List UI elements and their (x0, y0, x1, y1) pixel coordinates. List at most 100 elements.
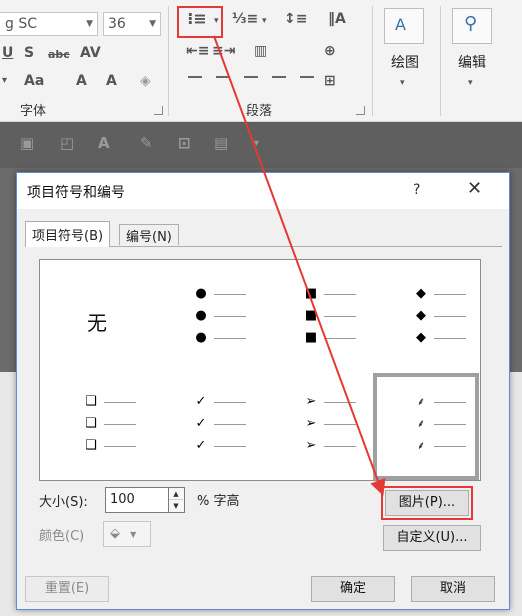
customize-button[interactable]: 自定义(U)... (383, 525, 481, 551)
chevron-down-icon: ▼ (130, 530, 137, 539)
shapes-icon: A (395, 15, 406, 34)
checkmark-icon: ✓ (195, 438, 207, 453)
paragraph-group-label: 段落 (246, 104, 273, 119)
tab-bullets[interactable]: 项目符号(B) (25, 221, 111, 247)
chevron-down-icon[interactable]: ▾ (254, 138, 259, 149)
grow-font-icon[interactable]: A (76, 72, 87, 90)
font-size-combobox[interactable]: 36 ▼ (103, 12, 161, 36)
chevron-down-icon[interactable]: ▾ (400, 74, 405, 92)
reset-button[interactable]: 重置(E) (25, 576, 109, 602)
selected-bullet-frame (373, 373, 479, 480)
justify-icon[interactable] (272, 76, 286, 78)
paragraph-dialog-launcher-icon[interactable] (356, 106, 365, 115)
picture-button-highlight (381, 486, 473, 520)
close-button[interactable]: ✕ (467, 178, 482, 199)
chevron-down-icon[interactable]: ▾ (2, 72, 7, 90)
ok-button[interactable]: 确定 (311, 576, 395, 602)
font-name-combobox[interactable]: g SC ▼ (0, 12, 98, 36)
align-text-icon[interactable]: ⊕ (324, 42, 336, 60)
change-case-icon[interactable]: Aa (24, 72, 44, 90)
search-icon: ⚲ (464, 13, 478, 34)
underline-icon[interactable]: U (2, 44, 13, 62)
spin-down-icon[interactable]: ▼ (169, 500, 183, 512)
align-right-icon[interactable] (244, 76, 258, 78)
numbering-icon[interactable]: ⅓≡ (232, 10, 258, 28)
arrange-icon[interactable]: ⊡ (178, 134, 191, 152)
filled-square-icon: ■ (304, 286, 318, 301)
font-color-icon[interactable]: A (98, 134, 110, 152)
chevron-down-icon[interactable]: ▼ (149, 13, 156, 35)
separator (372, 6, 373, 116)
bullets-numbering-dialog: 项目符号和编号 ? ✕ 项目符号(B) 编号(N) 无 ● ● ● ■ ■ ■ … (16, 172, 510, 610)
chevron-down-icon[interactable]: ▼ (86, 13, 93, 35)
color-label: 颜色(C) (39, 529, 85, 544)
bullet-option-hollow-square[interactable]: ❑ ❑ ❑ (42, 372, 150, 480)
color-picker[interactable]: ⬙ ▼ (103, 521, 151, 547)
shadow-text-icon[interactable]: S (24, 44, 34, 62)
editing-button[interactable]: ⚲ (452, 8, 492, 44)
hollow-square-icon: ❑ (85, 438, 97, 453)
font-size-value: 36 (108, 16, 126, 32)
separator (440, 6, 441, 116)
bullet-option-arrowhead[interactable]: ➢ ➢ ➢ (262, 372, 370, 480)
chevron-down-icon[interactable]: ▾ (214, 12, 219, 30)
line-spacing-icon[interactable]: ↕≡ (284, 10, 307, 28)
diamond-icon: ◆ (416, 308, 426, 323)
size-input[interactable]: 100 (105, 487, 169, 513)
character-spacing-icon[interactable]: AV (80, 44, 101, 62)
select-icon[interactable]: ▤ (214, 134, 228, 152)
columns-icon[interactable]: ▥ (254, 42, 267, 60)
shape-fill-icon[interactable]: ▣ (20, 134, 34, 152)
font-group-label: 字体 (20, 104, 47, 119)
bullet-option-checkmark[interactable]: ✓ ✓ ✓ (152, 372, 260, 480)
spin-up-icon[interactable]: ▲ (169, 488, 183, 500)
align-left-icon[interactable] (188, 76, 202, 78)
filled-circle-icon: ● (195, 330, 207, 345)
drawing-button[interactable]: A (384, 8, 424, 44)
filled-circle-icon: ● (195, 286, 207, 301)
shrink-font-icon[interactable]: A (106, 72, 117, 90)
size-stepper[interactable]: ▲ ▼ (169, 487, 185, 513)
cancel-button[interactable]: 取消 (411, 576, 495, 602)
editing-label: 编辑 (458, 55, 486, 71)
separator (168, 6, 169, 116)
smartart-icon[interactable]: ⊞ (324, 72, 336, 90)
shape-outline-icon[interactable]: ◰ (60, 134, 74, 152)
arrowhead-icon: ➢ (305, 416, 317, 431)
tab-numbering-label: 编号(N) (126, 230, 172, 245)
bullet-option-diamond[interactable]: ◆ ◆ ◆ (372, 262, 480, 370)
filled-circle-icon: ● (195, 308, 207, 323)
text-direction-icon[interactable]: ‖A (328, 10, 346, 28)
bullet-none-label: 无 (87, 311, 107, 335)
bullet-option-filled-circle[interactable]: ● ● ● (152, 262, 260, 370)
bullet-option-none[interactable]: 无 (42, 262, 150, 370)
filled-square-icon: ■ (304, 330, 318, 345)
font-dialog-launcher-icon[interactable] (154, 106, 163, 115)
chevron-down-icon[interactable]: ▾ (468, 74, 473, 92)
dialog-titlebar[interactable]: 项目符号和编号 ? ✕ (17, 173, 509, 209)
format-painter-icon[interactable]: ✎ (140, 134, 153, 152)
tab-bullets-label: 项目符号(B) (32, 229, 104, 244)
clear-formatting-icon[interactable]: ◈ (140, 72, 151, 90)
checkmark-icon: ✓ (195, 394, 207, 409)
ribbon: g SC ▼ 36 ▼ U S abc AV ▾ Aa A A ◈ 字体 ⁝≡ … (0, 0, 522, 122)
hollow-square-icon: ❑ (85, 416, 97, 431)
chevron-down-icon[interactable]: ▾ (262, 12, 267, 30)
arrowhead-icon: ➢ (305, 438, 317, 453)
floating-toolbar: ▣ ◰ A ✎ ⊡ ▤ ▾ (0, 122, 522, 168)
checkmark-icon: ✓ (195, 416, 207, 431)
tab-numbering[interactable]: 编号(N) (119, 224, 179, 245)
bullet-option-filled-square[interactable]: ■ ■ ■ (262, 262, 370, 370)
paint-bucket-icon: ⬙ (110, 526, 120, 541)
strikethrough-icon[interactable]: abc (48, 46, 70, 64)
align-center-icon[interactable] (216, 76, 230, 78)
font-name-value: g SC (5, 16, 37, 32)
diamond-icon: ◆ (416, 286, 426, 301)
size-unit-label: % 字高 (197, 494, 240, 509)
increase-indent-icon[interactable]: ≡⇥ (212, 42, 235, 60)
hollow-square-icon: ❑ (85, 394, 97, 409)
distributed-icon[interactable] (300, 76, 314, 78)
diamond-icon: ◆ (416, 330, 426, 345)
help-button[interactable]: ? (413, 182, 420, 198)
decrease-indent-icon[interactable]: ⇤≡ (186, 42, 209, 60)
